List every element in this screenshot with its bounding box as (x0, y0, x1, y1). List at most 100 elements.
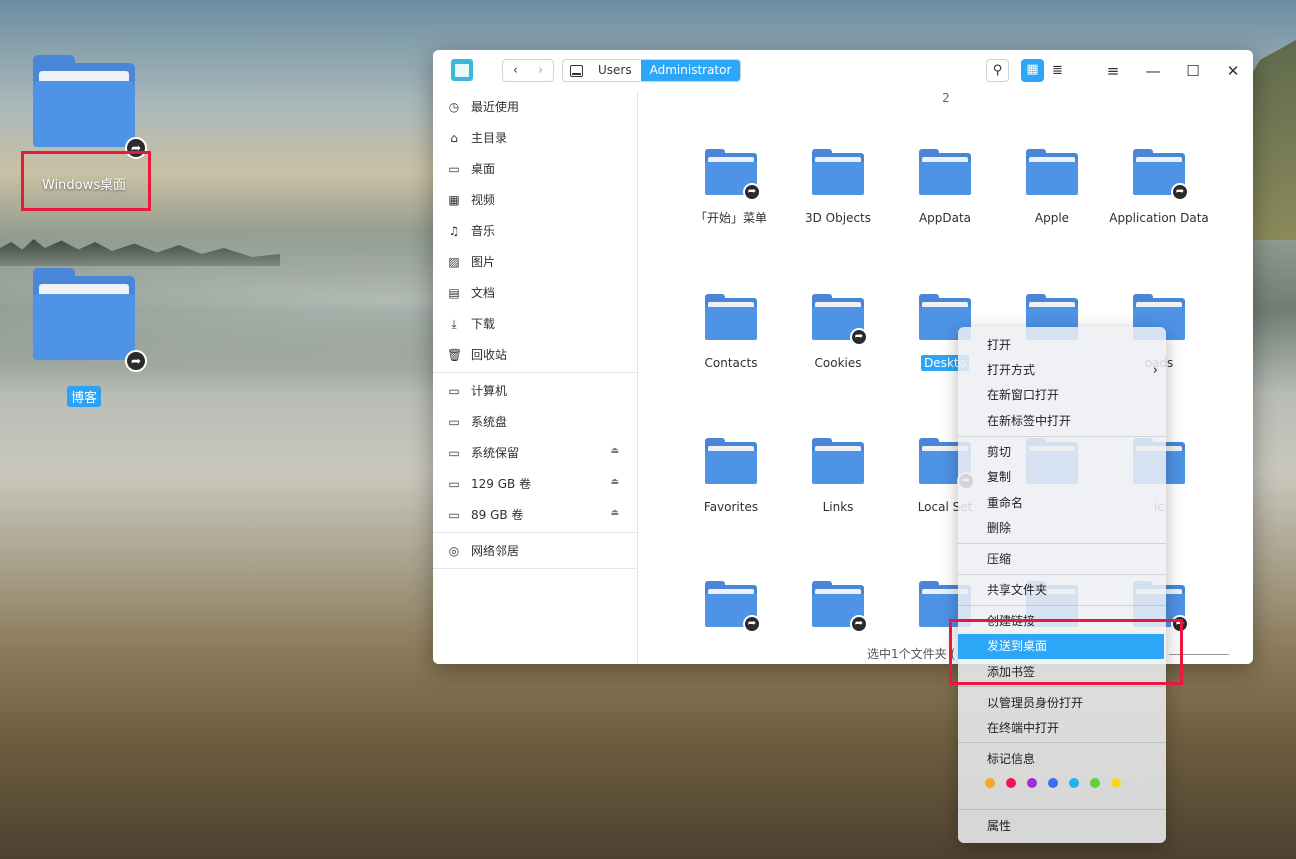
menu-item-rename[interactable]: 重命名 (958, 491, 1166, 516)
menu-divider (958, 742, 1166, 743)
desktop-icon-blog[interactable]: ➦ 博客 (20, 268, 148, 407)
wallpaper-treeline (0, 239, 280, 266)
file-name-text: Application Data (1109, 211, 1209, 225)
folder-icon: ➦ (705, 149, 761, 201)
tag-color-dot[interactable] (1048, 778, 1058, 788)
back-button[interactable]: ‹ (503, 60, 528, 81)
menu-item-label: 属性 (987, 819, 1012, 833)
sidebar-item-computer[interactable]: ▭ 计算机 (433, 375, 637, 406)
documents-icon: ▤ (448, 285, 460, 300)
search-button[interactable]: ⚲ (986, 59, 1009, 82)
tag-color-dot[interactable] (1132, 778, 1142, 788)
file-name: 「开始」菜单 (681, 209, 781, 227)
file-item[interactable]: Contacts (681, 294, 781, 372)
tag-color-dot[interactable] (985, 778, 995, 788)
file-name-text: Cookies (814, 356, 862, 370)
tag-color-dot[interactable] (1090, 778, 1100, 788)
tag-color-dot[interactable] (1027, 778, 1037, 788)
computer-icon: ▭ (448, 383, 460, 398)
file-item[interactable]: ➦ Application Data (1109, 149, 1209, 227)
annotation-box (949, 619, 1183, 685)
eject-icon[interactable]: ⏏ (610, 446, 619, 456)
breadcrumb-users[interactable]: Users (589, 60, 641, 81)
titlebar: ‹ › Users Administrator ⚲ ▦ ≣ ≡ — ☐ ✕ (433, 50, 1253, 91)
file-item[interactable]: Favorites (681, 438, 781, 516)
file-item[interactable]: ➦ (788, 581, 888, 641)
sidebar-item-videos[interactable]: ▦ 视频 (433, 184, 637, 215)
file-item[interactable]: ➦ Cookies (788, 294, 888, 372)
tag-color-dot[interactable] (1111, 778, 1121, 788)
menu-item-compress[interactable]: 压缩 (958, 547, 1166, 572)
sidebar-item-label: 音乐 (471, 224, 496, 238)
menu-item-copy[interactable]: 复制 (958, 465, 1166, 490)
sidebar-item-label: 89 GB 卷 (471, 508, 524, 522)
file-item[interactable]: 3D Objects (788, 149, 888, 227)
menu-item-label: 标记信息 (987, 752, 1036, 766)
folder-icon (812, 149, 864, 195)
file-item[interactable]: ➦ 「开始」菜单 (681, 149, 781, 227)
trash-icon: 🗑 (447, 347, 463, 362)
sidebar-item-recent[interactable]: ◷ 最近使用 (433, 91, 637, 122)
list-view-button[interactable]: ≣ (1046, 59, 1069, 82)
file-item[interactable]: Links (788, 438, 888, 516)
file-name: Favorites (681, 498, 781, 516)
sidebar-item-network[interactable]: ◎ 网络邻居 (433, 535, 637, 566)
menu-item-label: 在终端中打开 (987, 721, 1060, 735)
maximize-button[interactable]: ☐ (1173, 62, 1213, 80)
menu-item-open-new-tab[interactable]: 在新标签中打开 (958, 409, 1166, 434)
menu-item-tag-info: 标记信息 (958, 747, 1166, 772)
tag-color-dot[interactable] (1069, 778, 1079, 788)
sidebar-item-label: 文档 (471, 286, 496, 300)
menu-item-share-folder[interactable]: 共享文件夹 (958, 578, 1166, 603)
menu-item-open[interactable]: 打开 (958, 333, 1166, 358)
sidebar-item-home[interactable]: ⌂ 主目录 (433, 122, 637, 153)
menu-item-properties[interactable]: 属性 (958, 814, 1166, 839)
file-item[interactable]: ➦ (681, 581, 781, 641)
file-name: Contacts (681, 354, 781, 372)
menu-item-label: 打开方式 (987, 363, 1036, 377)
menu-item-open-in-terminal[interactable]: 在终端中打开 (958, 716, 1166, 741)
sidebar-item-desktop[interactable]: ▭ 桌面 (433, 153, 637, 184)
sidebar-item-pictures[interactable]: ▨ 图片 (433, 246, 637, 277)
sidebar-item-label: 系统盘 (471, 415, 508, 429)
volume-129-icon: ▭ (448, 476, 460, 491)
sidebar-item-label: 129 GB 卷 (471, 477, 532, 491)
minimize-button[interactable]: — (1133, 62, 1173, 80)
breadcrumb-administrator[interactable]: Administrator (640, 60, 741, 81)
menu-item-open-as-admin[interactable]: 以管理员身份打开 (958, 691, 1166, 716)
menu-divider (958, 809, 1166, 810)
eject-icon[interactable]: ⏏ (610, 477, 619, 487)
sidebar-item-volume-129[interactable]: ▭ 129 GB 卷 ⏏ (433, 468, 637, 499)
file-name: Application Data (1109, 209, 1209, 227)
forward-button[interactable]: › (528, 60, 553, 81)
file-item[interactable]: Apple (1002, 149, 1102, 227)
folder-icon (1026, 149, 1078, 195)
file-item[interactable]: AppData (895, 149, 995, 227)
sidebar-item-system-reserved[interactable]: ▭ 系统保留 ⏏ (433, 437, 637, 468)
sidebar-item-downloads[interactable]: ⤓ 下载 (433, 308, 637, 339)
sidebar-item-documents[interactable]: ▤ 文档 (433, 277, 637, 308)
sidebar-item-label: 图片 (471, 255, 496, 269)
menu-item-delete[interactable]: 删除 (958, 516, 1166, 541)
grid-view-button[interactable]: ▦ (1021, 59, 1044, 82)
sidebar-item-label: 回收站 (471, 348, 508, 362)
menu-item-cut[interactable]: 剪切 (958, 440, 1166, 465)
drive-icon (569, 64, 583, 77)
sidebar-item-volume-89[interactable]: ▭ 89 GB 卷 ⏏ (433, 499, 637, 530)
folder-icon: ➦ (33, 55, 147, 159)
close-button[interactable]: ✕ (1213, 62, 1253, 80)
sidebar-item-system-disk[interactable]: ▭ 系统盘 (433, 406, 637, 437)
tag-color-dot[interactable] (1006, 778, 1016, 788)
file-name-text: AppData (918, 211, 972, 225)
eject-icon[interactable]: ⏏ (610, 508, 619, 518)
sidebar-item-label: 主目录 (471, 131, 508, 145)
menu-item-open-with[interactable]: 打开方式 › (958, 358, 1166, 383)
menu-button[interactable]: ≡ (1093, 62, 1133, 80)
breadcrumb-drive[interactable] (563, 60, 589, 81)
file-name: AppData (895, 209, 995, 227)
folder-icon (812, 438, 864, 484)
menu-item-open-new-window[interactable]: 在新窗口打开 (958, 383, 1166, 408)
sidebar-item-music[interactable]: ♫ 音乐 (433, 215, 637, 246)
file-name: Cookies (788, 354, 888, 372)
sidebar-item-trash[interactable]: 🗑 回收站 (433, 339, 637, 370)
